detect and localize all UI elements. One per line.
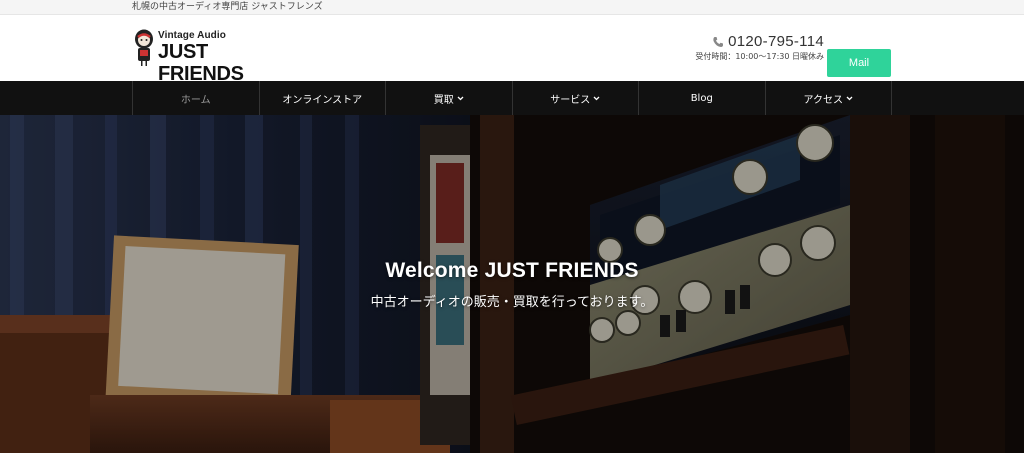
nav-label: ホーム bbox=[180, 94, 211, 106]
nav-item-online-store[interactable]: オンラインストア bbox=[258, 81, 386, 115]
hero-headline: Welcome JUST FRIENDS bbox=[385, 259, 639, 282]
business-hours: 受付時間：10:00〜17:30 日曜休み bbox=[695, 52, 824, 61]
site-logo[interactable]: Vintage Audio JUST FRIENDS bbox=[132, 29, 282, 85]
site-tagline: 札幌の中古オーディオ専門店 ジャストフレンズ bbox=[132, 2, 323, 12]
nav-item-kaitori[interactable]: 買取 bbox=[385, 81, 512, 115]
contact-info: 0120-795-114 受付時間：10:00〜17:30 日曜休み bbox=[695, 33, 824, 62]
chevron-down-icon bbox=[846, 96, 853, 100]
chevron-down-icon bbox=[593, 96, 600, 100]
hero-banner: Welcome JUST FRIENDS 中古オーディオの販売・買取を行っており… bbox=[0, 115, 1024, 453]
nav-label: Blog bbox=[690, 92, 713, 104]
nav-item-access[interactable]: アクセス bbox=[764, 81, 892, 115]
nav-label: アクセス bbox=[803, 94, 844, 106]
phone-number[interactable]: 0120-795-114 bbox=[728, 33, 824, 51]
nav-item-home[interactable]: ホーム bbox=[132, 81, 259, 115]
nav-label: 買取 bbox=[433, 94, 454, 106]
hero-subline: 中古オーディオの販売・買取を行っております。 bbox=[370, 295, 654, 310]
top-info-bar: 札幌の中古オーディオ専門店 ジャストフレンズ bbox=[0, 0, 1024, 15]
mail-button[interactable]: Mail bbox=[827, 49, 891, 77]
nav-label: サービス bbox=[550, 94, 591, 106]
phone-icon bbox=[713, 37, 724, 47]
main-nav: ホーム オンラインストア 買取 サービス Blog アクセス bbox=[0, 81, 1024, 115]
chevron-down-icon bbox=[457, 96, 464, 100]
nav-label: オンラインストア bbox=[282, 94, 363, 106]
nav-item-service[interactable]: サービス bbox=[511, 81, 639, 115]
site-header: Vintage Audio JUST FRIENDS 0120-795-114 … bbox=[0, 15, 1024, 85]
logo-subtitle: Vintage Audio bbox=[158, 30, 226, 41]
logo-wordmark: JUST FRIENDS bbox=[158, 41, 244, 85]
tube-mascot-icon bbox=[135, 29, 153, 66]
nav-item-blog[interactable]: Blog bbox=[638, 81, 765, 115]
hero-background-image bbox=[0, 115, 1024, 453]
